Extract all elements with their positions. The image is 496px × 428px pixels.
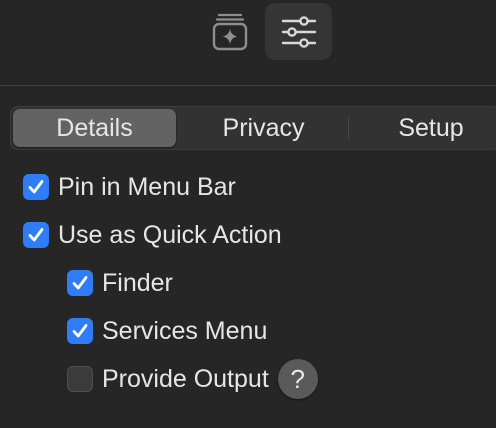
settings-sliders-button[interactable] — [265, 3, 332, 60]
toolbar-divider — [0, 85, 496, 86]
services-menu-label: Services Menu — [102, 316, 268, 345]
toolbar — [0, 0, 496, 85]
provide-output-checkbox[interactable] — [67, 366, 93, 392]
finder-option[interactable]: Finder — [67, 266, 173, 300]
shortcut-details-button[interactable] — [197, 3, 264, 60]
services-menu-option[interactable]: Services Menu — [67, 314, 267, 348]
tab-privacy[interactable]: Privacy — [186, 109, 341, 147]
shortcut-sparkle-icon — [212, 13, 247, 50]
help-icon: ? — [290, 363, 305, 394]
checkmark-icon — [28, 180, 44, 194]
sliders-icon — [281, 15, 316, 48]
quick-action-label: Use as Quick Action — [58, 220, 282, 249]
pin-menu-bar-checkbox[interactable] — [23, 174, 49, 200]
checkmark-icon — [28, 228, 44, 242]
provide-output-option[interactable]: Provide Output ? — [67, 359, 318, 399]
help-button[interactable]: ? — [277, 359, 318, 399]
pin-menu-bar-option[interactable]: Pin in Menu Bar — [23, 170, 236, 204]
finder-checkbox[interactable] — [67, 270, 93, 296]
tab-segmented-control: Details Privacy Setup — [10, 106, 496, 150]
checkmark-icon — [72, 324, 88, 338]
tab-details[interactable]: Details — [13, 109, 176, 147]
provide-output-label: Provide Output — [102, 364, 269, 393]
finder-label: Finder — [102, 268, 173, 297]
checkmark-icon — [72, 276, 88, 290]
segment-separator — [348, 117, 349, 139]
pin-menu-bar-label: Pin in Menu Bar — [58, 172, 236, 201]
quick-action-checkbox[interactable] — [23, 222, 49, 248]
quick-action-option[interactable]: Use as Quick Action — [23, 218, 282, 252]
tab-setup[interactable]: Setup — [361, 109, 496, 147]
services-menu-checkbox[interactable] — [67, 318, 93, 344]
